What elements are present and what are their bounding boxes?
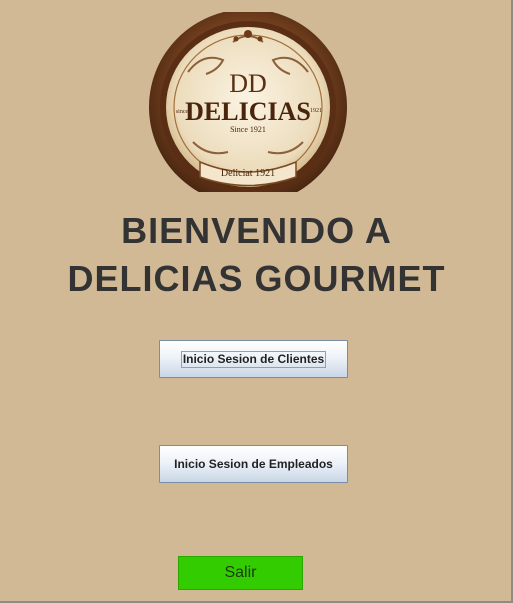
salir-button[interactable]: Salir <box>178 556 303 590</box>
inicio-sesion-empleados-label: Inicio Sesion de Empleados <box>174 457 333 471</box>
welcome-title-line1: BIENVENIDO A <box>121 210 392 251</box>
salir-label: Salir <box>224 564 257 581</box>
delicias-logo: DD DELICIAS since 1921 Since 1921 Delici… <box>148 12 348 192</box>
logo-ribbon-text: Deliciat 1921 <box>221 168 275 179</box>
inicio-sesion-clientes-button[interactable]: Inicio Sesion de Clientes <box>159 340 348 378</box>
logo-since-left: since <box>176 109 189 115</box>
logo-emblem: DD DELICIAS since 1921 Since 1921 Delici… <box>149 12 347 192</box>
logo-monogram: DD <box>229 69 267 98</box>
logo-since-text: Since 1921 <box>230 125 266 134</box>
logo-brand: DELICIAS <box>185 97 311 126</box>
welcome-title-line2: DELICIAS GOURMET <box>67 258 446 299</box>
logo-year-right: 1921 <box>310 108 322 114</box>
main-window: DD DELICIAS since 1921 Since 1921 Delici… <box>0 0 513 603</box>
inicio-sesion-empleados-button[interactable]: Inicio Sesion de Empleados <box>159 445 348 483</box>
inicio-sesion-clientes-label: Inicio Sesion de Clientes <box>180 350 327 368</box>
